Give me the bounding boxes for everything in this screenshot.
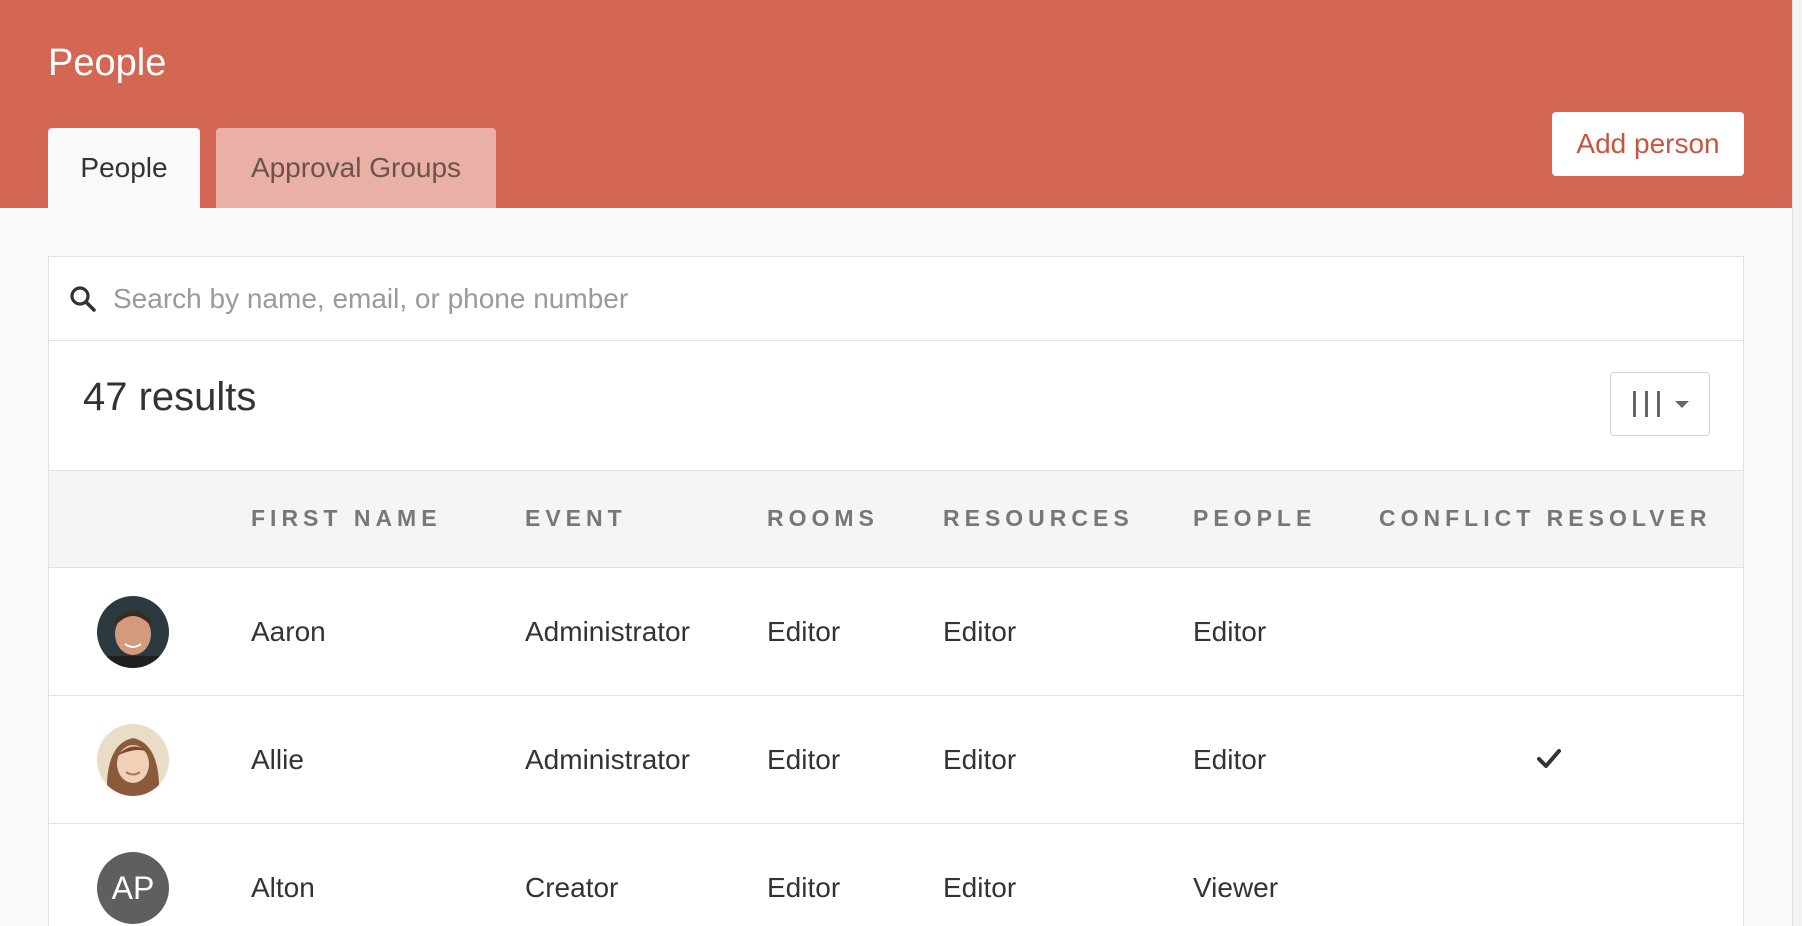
- chevron-down-icon: [1675, 400, 1689, 408]
- column-toggle-icon: [1633, 391, 1660, 417]
- add-person-button[interactable]: Add person: [1552, 112, 1744, 176]
- page-header: People People Approval Groups Add person: [0, 0, 1792, 208]
- search-input[interactable]: [113, 271, 1693, 327]
- column-header-conflict-resolver[interactable]: CONFLICT RESOLVER: [1379, 505, 1711, 532]
- avatar: [97, 596, 169, 668]
- column-header-resources[interactable]: RESOURCES: [943, 505, 1134, 532]
- tab-approval-groups[interactable]: Approval Groups: [216, 128, 496, 208]
- cell-rooms: Editor: [767, 872, 841, 903]
- column-header-people[interactable]: PEOPLE: [1193, 505, 1316, 532]
- cell-first-name: Alton: [251, 872, 315, 903]
- avatar-photo-icon: [97, 596, 169, 668]
- page-title: People: [48, 42, 167, 84]
- cell-people: Editor: [1193, 744, 1267, 775]
- cell-rooms: Editor: [767, 744, 841, 775]
- checkmark-icon: [1537, 749, 1561, 768]
- search-icon: [70, 286, 96, 312]
- table-row[interactable]: Allie Administrator Editor Editor Editor: [49, 696, 1743, 824]
- avatar: [97, 724, 169, 796]
- cell-event: Administrator: [525, 616, 690, 647]
- scrollbar[interactable]: [1792, 0, 1802, 926]
- cell-resources: Editor: [943, 616, 1017, 647]
- column-header-rooms[interactable]: ROOMS: [767, 505, 879, 532]
- cell-event: Creator: [525, 872, 619, 903]
- search-bar: [49, 257, 1743, 341]
- table-header: FIRST NAME EVENT ROOMS RESOURCES PEOPLE …: [49, 470, 1743, 568]
- cell-first-name: Aaron: [251, 616, 326, 647]
- cell-event: Administrator: [525, 744, 690, 775]
- cell-resources: Editor: [943, 744, 1017, 775]
- column-toggle-button[interactable]: [1610, 372, 1710, 436]
- avatar-initials: AP: [97, 852, 169, 924]
- table-row[interactable]: Aaron Administrator Editor Editor Editor: [49, 568, 1743, 696]
- column-header-first-name[interactable]: FIRST NAME: [251, 505, 442, 532]
- tab-people[interactable]: People: [48, 128, 200, 208]
- cell-first-name: Allie: [251, 744, 304, 775]
- results-toolbar: 47 results: [49, 341, 1743, 471]
- column-header-event[interactable]: EVENT: [525, 505, 627, 532]
- results-count: 47 results: [83, 375, 257, 419]
- avatar-photo-icon: [97, 724, 169, 796]
- cell-resources: Editor: [943, 872, 1017, 903]
- table-row[interactable]: AP Alton Creator Editor Editor Viewer: [49, 824, 1743, 926]
- people-panel: 47 results FIRST NAME EVENT ROOMS RESOUR…: [48, 256, 1744, 926]
- cell-people: Editor: [1193, 616, 1267, 647]
- cell-rooms: Editor: [767, 616, 841, 647]
- cell-people: Viewer: [1193, 872, 1279, 903]
